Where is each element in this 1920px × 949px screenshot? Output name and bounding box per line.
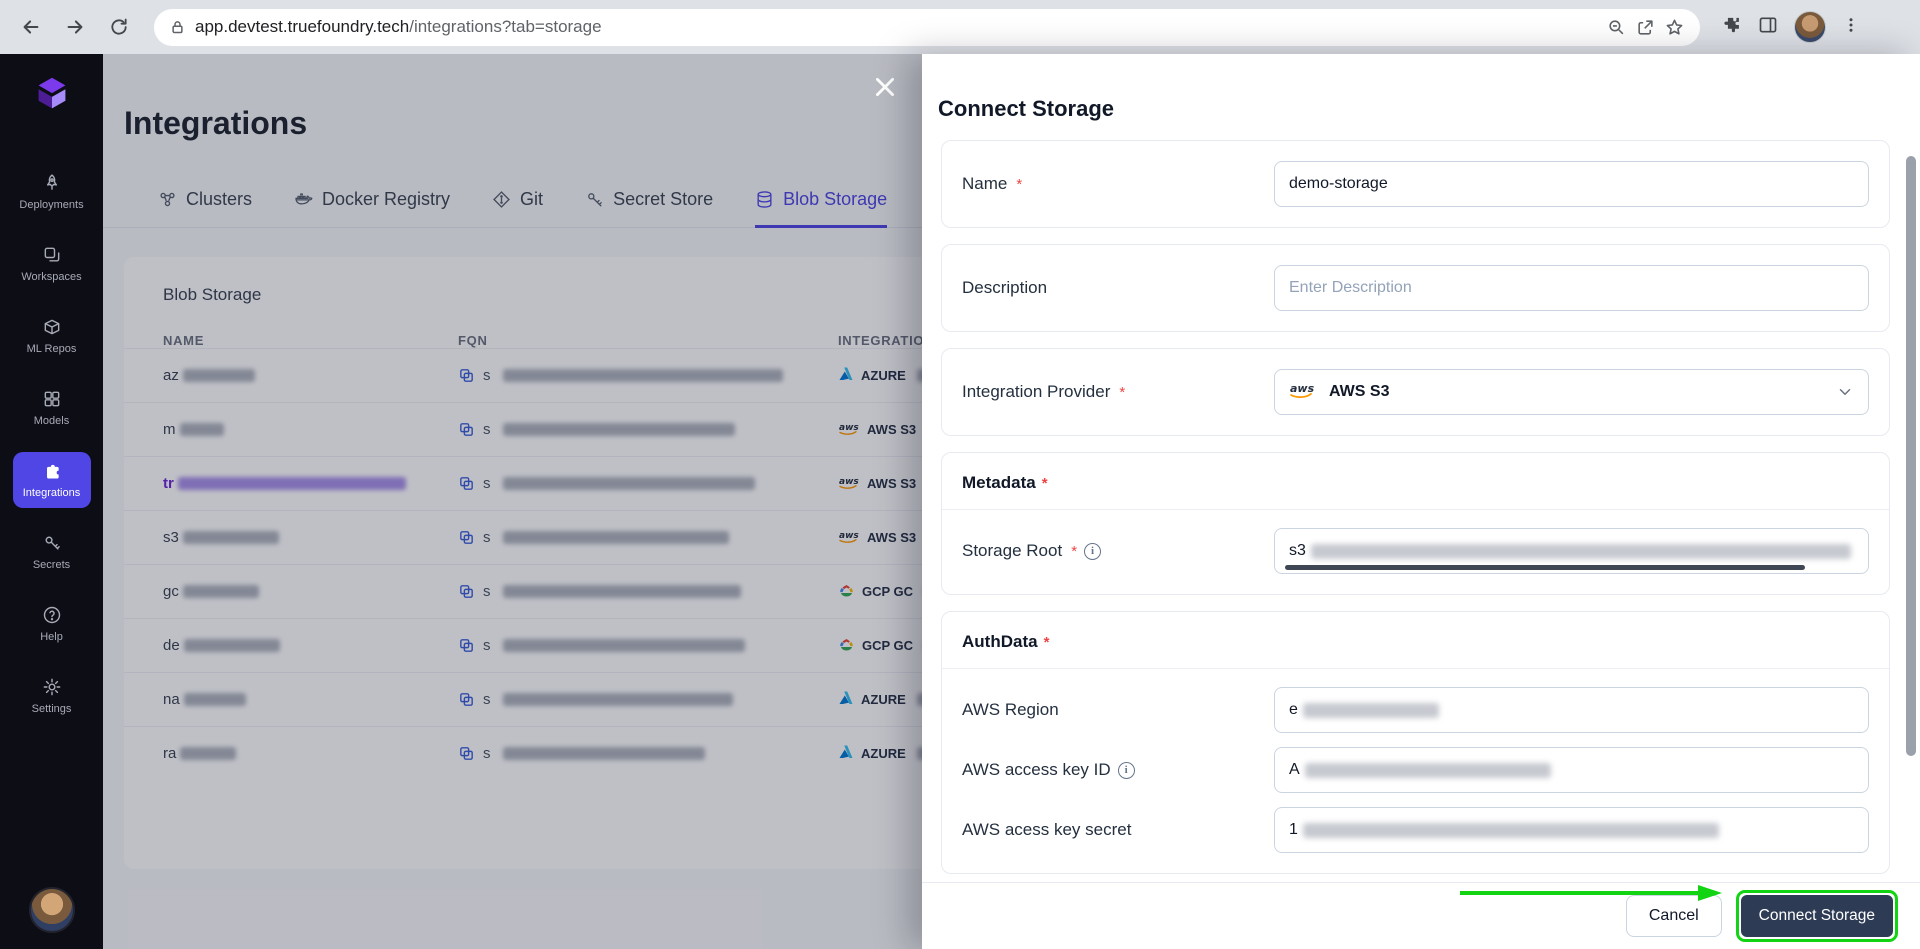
gear-icon (42, 677, 62, 697)
info-icon[interactable]: i (1117, 761, 1135, 779)
provider-label: Integration Provider * (962, 382, 1126, 401)
sidebar-item-deployments[interactable]: Deployments (13, 164, 91, 220)
cancel-button[interactable]: Cancel (1625, 895, 1722, 937)
aws-access-key-id-input[interactable]: A (1274, 747, 1869, 793)
sidebar-item-label: Help (40, 631, 63, 643)
zoom-icon[interactable] (1607, 18, 1626, 37)
required-marker: * (1119, 383, 1126, 401)
extensions-icon[interactable] (1722, 15, 1742, 40)
storage-root-prefix: s3 (1289, 542, 1306, 559)
sidebar-item-label: Deployments (19, 199, 84, 211)
info-icon[interactable]: i (1084, 542, 1102, 560)
modal-dim-overlay[interactable] (103, 54, 922, 949)
region-prefix: e (1289, 701, 1298, 718)
aws-secret-key-label: AWS acess key secret (962, 820, 1132, 839)
description-field-card: Description (941, 244, 1890, 332)
user-avatar[interactable] (28, 887, 75, 933)
sidebar-item-workspaces[interactable]: Workspaces (13, 236, 91, 292)
drawer-scrollbar[interactable] (1906, 156, 1916, 756)
description-input[interactable] (1274, 265, 1869, 311)
site-lock-icon (170, 20, 185, 35)
highlight-box: Connect Storage (1735, 890, 1898, 942)
repo-box-icon (42, 317, 62, 337)
metadata-section-title: Metadata * (962, 473, 1048, 492)
reload-button[interactable] (102, 10, 136, 44)
back-button[interactable] (14, 10, 48, 44)
url-text[interactable]: app.devtest.truefoundry.tech/integration… (195, 17, 1597, 37)
sidebar-item-ml-repos[interactable]: ML Repos (13, 308, 91, 364)
app-frame: Deployments Workspaces ML Repos Models I… (0, 54, 1920, 949)
name-label: Name * (962, 174, 1023, 193)
truefoundry-logo[interactable] (29, 72, 75, 118)
key-icon (42, 533, 62, 553)
required-marker: * (1016, 175, 1023, 193)
sidebar-item-help[interactable]: Help (13, 596, 91, 652)
sidebar-item-label: Secrets (32, 559, 71, 571)
required-marker: * (1071, 542, 1078, 560)
secret-prefix: 1 (1289, 821, 1298, 838)
drawer-footer: Cancel Connect Storage (922, 882, 1920, 949)
redacted-storage-root (1310, 543, 1851, 559)
aws-logo-icon: aws (1289, 380, 1319, 404)
menu-kebab-icon[interactable] (1842, 16, 1860, 39)
puzzle-icon (42, 461, 62, 481)
divider (942, 509, 1889, 510)
workspaces-icon (42, 245, 62, 265)
chevron-down-icon (1836, 383, 1854, 401)
divider (942, 668, 1889, 669)
sidebar-item-label: Settings (31, 703, 72, 715)
required-marker: * (1043, 633, 1050, 651)
drawer-title: Connect Storage (938, 96, 1115, 122)
sidebar-item-label: Workspaces (21, 271, 82, 283)
sidebar-item-secrets[interactable]: Secrets (13, 524, 91, 580)
grid-icon (42, 389, 62, 409)
metadata-card: Metadata * Storage Root * i s3 (941, 452, 1890, 595)
redacted-region (1302, 702, 1439, 718)
name-input[interactable] (1274, 161, 1869, 207)
provider-selected-value: AWS S3 (1329, 383, 1390, 400)
screen: app.devtest.truefoundry.tech/integration… (0, 0, 1920, 949)
access-key-prefix: A (1289, 761, 1300, 778)
forward-button[interactable] (58, 10, 92, 44)
authdata-section-title: AuthData * (962, 632, 1050, 651)
sidebar-item-models[interactable]: Models (13, 380, 91, 436)
input-horizontal-scrollbar[interactable] (1285, 565, 1805, 570)
browser-toolbar-right (1722, 11, 1860, 43)
aws-access-key-id-label: AWS access key ID i (962, 760, 1274, 780)
share-icon[interactable] (1636, 18, 1655, 37)
sidebar-item-label: Models (33, 415, 70, 427)
provider-select[interactable]: aws AWS S3 (1274, 369, 1869, 415)
sidebar-item-integrations[interactable]: Integrations (12, 452, 91, 508)
address-bar[interactable]: app.devtest.truefoundry.tech/integration… (154, 8, 1700, 46)
bookmark-star-icon[interactable] (1665, 18, 1684, 37)
drawer-form: Name* Description Integration Provider* (941, 140, 1890, 879)
sidebar-item-settings[interactable]: Settings (13, 668, 91, 724)
aws-region-label: AWS Region (962, 700, 1059, 719)
required-marker: * (1041, 474, 1048, 492)
rocket-icon (42, 173, 62, 193)
name-field-card: Name * (941, 140, 1890, 228)
provider-field-card: Integration Provider * aws AWS S3 (941, 348, 1890, 436)
storage-root-input[interactable]: s3 (1274, 528, 1869, 574)
authdata-card: AuthData * AWS Region e AWS access key ID… (941, 611, 1890, 874)
storage-root-label: Storage Root * i (962, 541, 1274, 561)
profile-avatar[interactable] (1794, 11, 1826, 43)
browser-chrome: app.devtest.truefoundry.tech/integration… (0, 0, 1920, 54)
sidebar-item-label: Integrations (22, 487, 81, 499)
aws-region-input[interactable]: e (1274, 687, 1869, 733)
close-icon[interactable] (872, 74, 898, 100)
redacted-secret (1302, 822, 1719, 838)
sidebar-item-label: ML Repos (26, 343, 77, 355)
help-icon (42, 605, 62, 625)
redacted-access-key (1304, 762, 1551, 778)
sidebar: Deployments Workspaces ML Repos Models I… (0, 54, 103, 949)
connect-storage-drawer: Connect Storage Name* Description (922, 54, 1920, 949)
side-panel-icon[interactable] (1758, 15, 1778, 40)
aws-secret-key-input[interactable]: 1 (1274, 807, 1869, 853)
description-label: Description (962, 278, 1048, 297)
connect-storage-button[interactable]: Connect Storage (1740, 895, 1893, 937)
